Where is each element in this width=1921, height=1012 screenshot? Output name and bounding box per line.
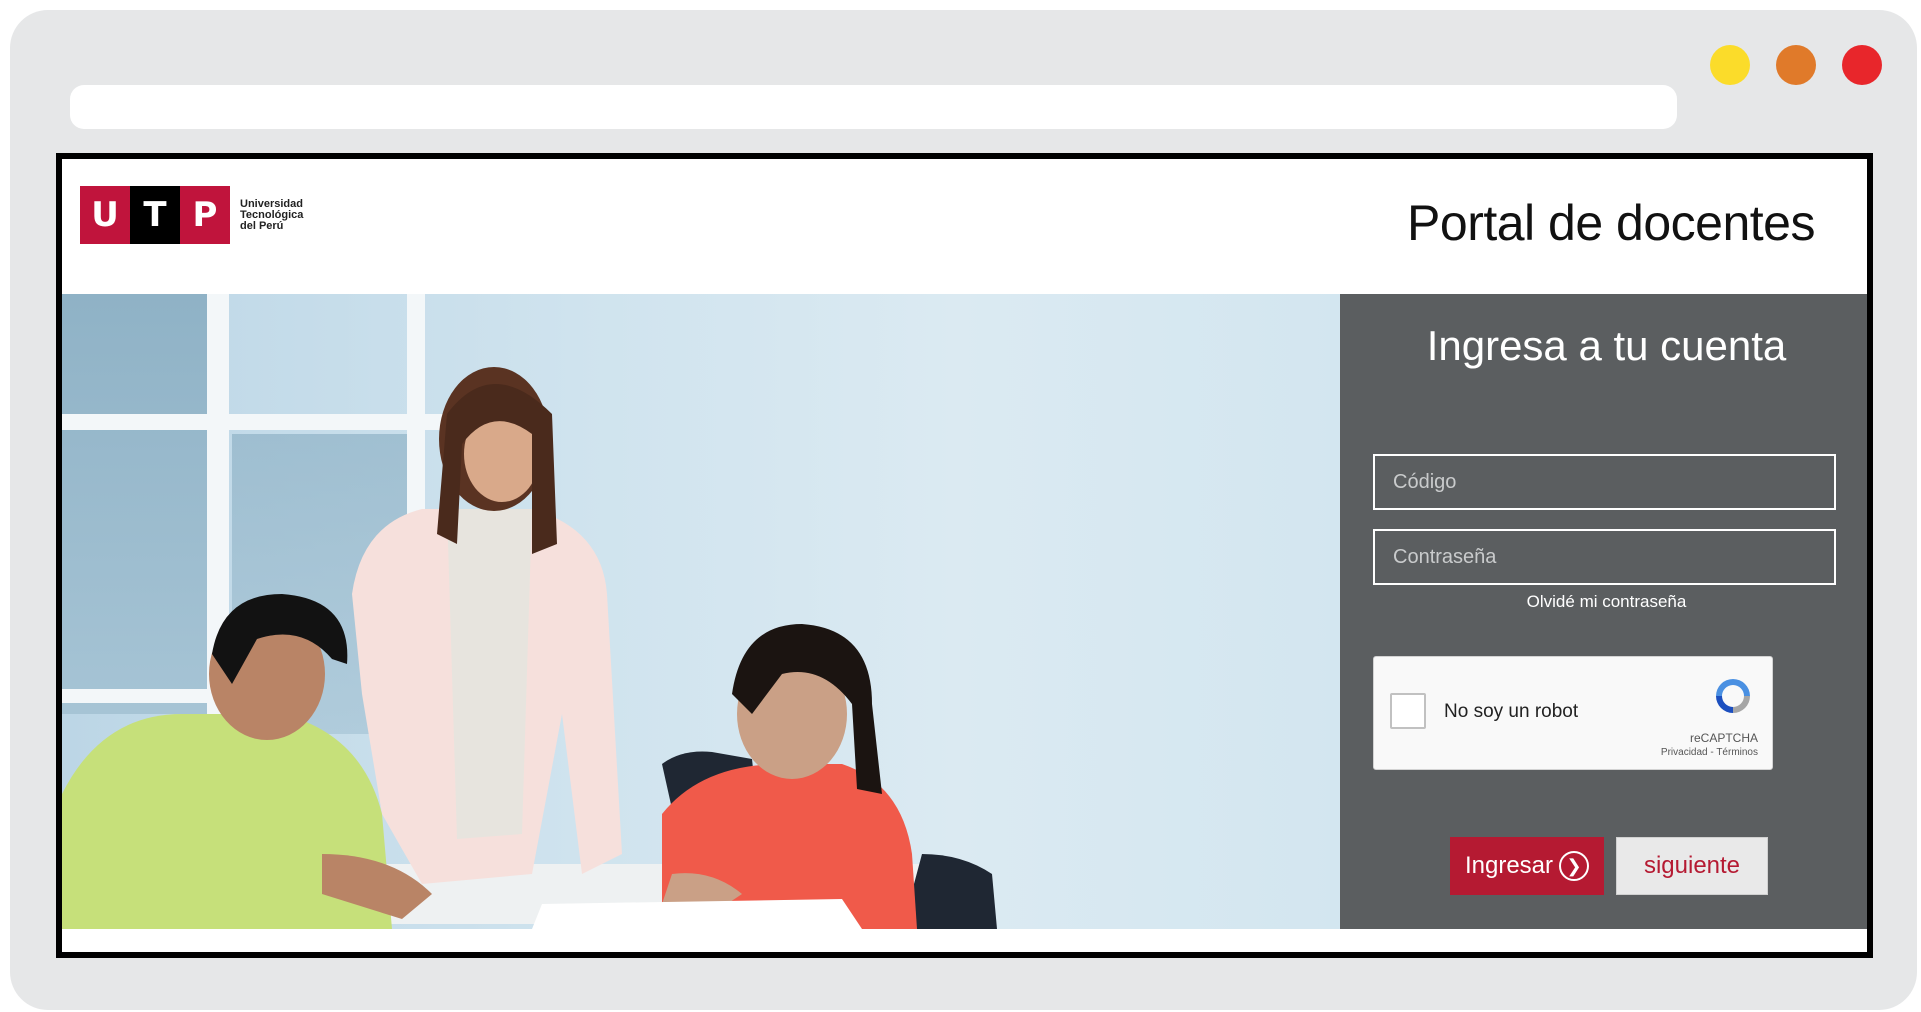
utp-logo[interactable]: U T P Universidad Tecnológica del Perú (80, 186, 320, 244)
logo-line-2: Tecnológica (240, 208, 304, 221)
logo-text: Universidad Tecnológica del Perú (240, 197, 320, 232)
login-panel: Ingresa a tu cuenta Olvidé mi contraseña… (1340, 294, 1867, 929)
maximize-dot[interactable] (1776, 45, 1816, 85)
next-button[interactable]: siguiente (1616, 837, 1768, 895)
recaptcha-widget: No soy un robot reCAPTCHA Privacidad - T… (1373, 656, 1773, 770)
logo-line-3: del Perú (240, 219, 284, 232)
recaptcha-label: No soy un robot (1444, 701, 1579, 722)
close-dot[interactable] (1842, 45, 1882, 85)
address-bar[interactable] (70, 85, 1677, 129)
password-input[interactable] (1373, 529, 1836, 585)
logo-letter-u: U (80, 186, 130, 244)
recaptcha-brand: reCAPTCHA (1689, 731, 1758, 745)
recaptcha-icon (1716, 679, 1750, 713)
submit-button[interactable]: Ingresar ❯ (1450, 837, 1604, 895)
forgot-password-link[interactable]: Olvidé mi contraseña (1340, 592, 1867, 612)
recaptcha-links[interactable]: Privacidad - Términos (1661, 747, 1758, 758)
logo-letter-t: T (130, 186, 180, 244)
logo-line-1: Universidad (240, 197, 303, 210)
page-title: Portal de docentes (1407, 195, 1815, 251)
page-header: U T P Universidad Tecnológica del Perú P… (62, 159, 1867, 294)
login-title: Ingresa a tu cuenta (1426, 322, 1787, 369)
hero-photo (62, 294, 1340, 929)
logo-letter-p: P (180, 186, 230, 244)
people-illustration (62, 367, 997, 929)
minimize-dot[interactable] (1710, 45, 1750, 85)
chevron-right-icon: ❯ (1559, 851, 1590, 881)
recaptcha-checkbox[interactable] (1390, 693, 1426, 729)
code-input[interactable] (1373, 454, 1836, 510)
submit-label: Ingresar (1464, 852, 1554, 879)
page-footer-strip (62, 929, 1867, 952)
web-page: U T P Universidad Tecnológica del Perú P… (62, 159, 1867, 952)
screen-frame: U T P Universidad Tecnológica del Perú P… (56, 153, 1873, 958)
